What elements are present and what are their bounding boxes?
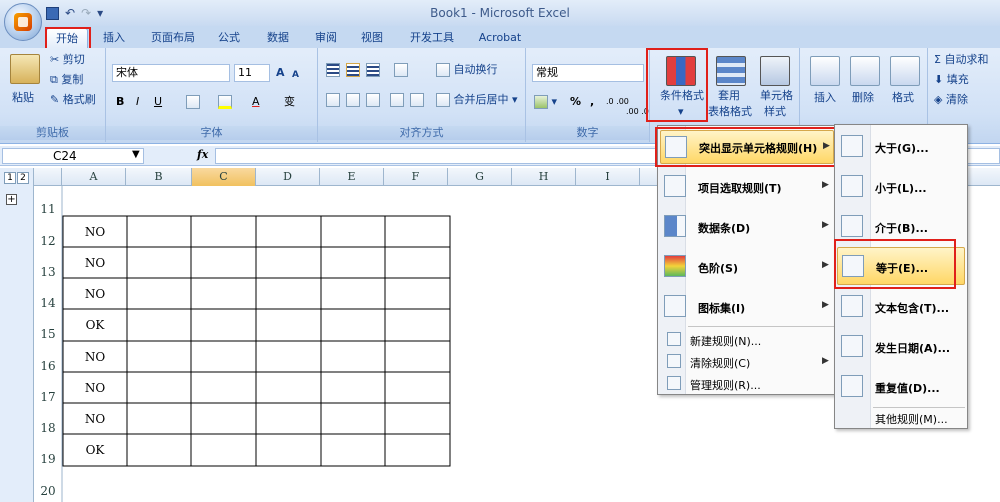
top-bottom-rules-label: 项目选取规则(T) — [698, 182, 782, 195]
submenu-arrow-icon: ▶ — [822, 180, 829, 190]
duplicate-values-label: 重复值(D)... — [875, 382, 940, 395]
cell-a17[interactable]: NO — [64, 381, 126, 395]
menu-separator — [688, 326, 834, 327]
greater-than-icon — [841, 135, 863, 157]
icon-sets-label: 图标集(I) — [698, 302, 746, 315]
row-header-19[interactable]: 19 — [34, 452, 62, 466]
cell-a16[interactable]: NO — [64, 350, 126, 364]
submenu-item-greater-than[interactable]: 大于(G)... — [837, 129, 965, 165]
menu-item-data-bars[interactable]: 数据条(D) ▶ — [660, 210, 834, 244]
row-header-17[interactable]: 17 — [34, 390, 62, 404]
clear-rules-label: 清除规则(C) — [690, 357, 751, 370]
clear-rules-icon — [667, 354, 681, 368]
cell-a13[interactable]: NO — [64, 256, 126, 270]
text-contains-label: 文本包含(T)... — [875, 302, 950, 315]
submenu-separator — [873, 407, 965, 408]
between-label: 介于(B)... — [875, 222, 928, 235]
highlight-box-equal-to — [834, 239, 956, 289]
text-contains-icon — [841, 295, 863, 317]
highlight-box-highlight-rules — [655, 127, 837, 167]
less-than-label: 小于(L)... — [875, 182, 927, 195]
new-rule-label: 新建规则(N)... — [690, 335, 762, 348]
color-scales-label: 色阶(S) — [698, 262, 738, 275]
cell-a19[interactable]: OK — [64, 443, 126, 457]
submenu-item-duplicate-values[interactable]: 重复值(D)... — [837, 369, 965, 405]
cell-a14[interactable]: NO — [64, 287, 126, 301]
row-header-12[interactable]: 12 — [34, 234, 62, 248]
menu-item-manage-rules[interactable]: 管理规则(R)... — [660, 374, 834, 394]
row-header-13[interactable]: 13 — [34, 265, 62, 279]
submenu-arrow-icon: ▶ — [822, 220, 829, 230]
icon-sets-icon — [664, 295, 686, 317]
row-header-14[interactable]: 14 — [34, 296, 62, 310]
submenu-item-more-rules[interactable]: 其他规则(M)... — [837, 409, 965, 427]
cell-a18[interactable]: NO — [64, 412, 126, 426]
office-button[interactable] — [4, 3, 42, 41]
menu-item-color-scales[interactable]: 色阶(S) ▶ — [660, 250, 834, 284]
duplicate-values-icon — [841, 375, 863, 397]
submenu-item-less-than[interactable]: 小于(L)... — [837, 169, 965, 205]
manage-rules-icon — [667, 376, 681, 390]
menu-item-clear-rules[interactable]: 清除规则(C) ▶ — [660, 352, 834, 372]
menu-item-new-rule[interactable]: 新建规则(N)... — [660, 330, 834, 350]
manage-rules-label: 管理规则(R)... — [690, 379, 761, 392]
row-header-18[interactable]: 18 — [34, 421, 62, 435]
cell-a15[interactable]: OK — [64, 318, 126, 332]
row-header-15[interactable]: 15 — [34, 327, 62, 341]
row-header-16[interactable]: 16 — [34, 359, 62, 373]
submenu-arrow-icon: ▶ — [822, 300, 829, 310]
data-bars-icon — [664, 215, 686, 237]
submenu-item-date-occurring[interactable]: 发生日期(A)... — [837, 329, 965, 365]
less-than-icon — [841, 175, 863, 197]
greater-than-label: 大于(G)... — [875, 142, 929, 155]
new-rule-icon — [667, 332, 681, 346]
date-occurring-label: 发生日期(A)... — [875, 342, 951, 355]
row-header-11[interactable]: 11 — [34, 202, 62, 216]
submenu-arrow-icon: ▶ — [822, 356, 829, 366]
date-occurring-icon — [841, 335, 863, 357]
row-header-20[interactable]: 20 — [34, 484, 62, 498]
cell-a12[interactable]: NO — [64, 225, 126, 239]
menu-item-top-bottom-rules[interactable]: 项目选取规则(T) ▶ — [660, 170, 834, 204]
between-icon — [841, 215, 863, 237]
submenu-item-text-contains[interactable]: 文本包含(T)... — [837, 289, 965, 325]
top-bottom-rules-icon — [664, 175, 686, 197]
office-logo-icon — [14, 13, 32, 31]
menu-item-icon-sets[interactable]: 图标集(I) ▶ — [660, 290, 834, 324]
more-rules-label: 其他规则(M)... — [875, 413, 948, 426]
color-scales-icon — [664, 255, 686, 277]
data-bars-label: 数据条(D) — [698, 222, 751, 235]
submenu-arrow-icon: ▶ — [822, 260, 829, 270]
